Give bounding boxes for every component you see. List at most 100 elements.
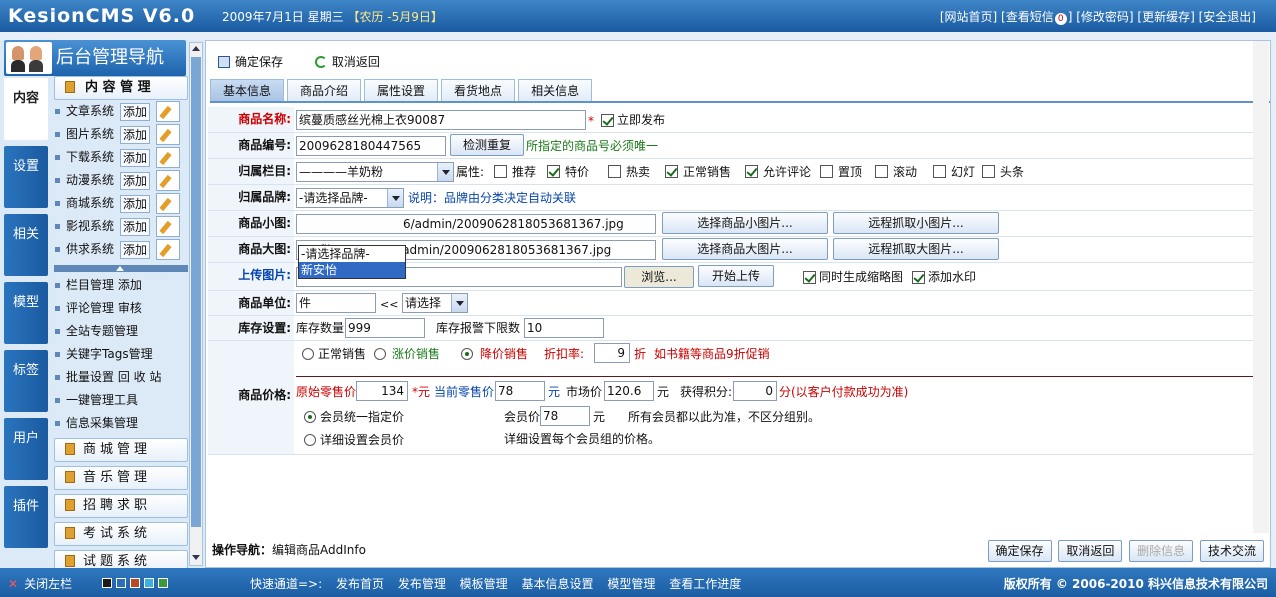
vtab-content[interactable]: 内容: [4, 78, 48, 140]
quick-link[interactable]: 查看工作进度: [669, 577, 741, 591]
fetch-big-pic-button[interactable]: 远程抓取大图片...: [833, 238, 999, 260]
attr-checkbox[interactable]: [494, 165, 507, 178]
vtab-tags[interactable]: 标签: [4, 350, 48, 412]
sale-normal-radio[interactable]: [302, 348, 314, 360]
gen-thumb-checkbox[interactable]: [803, 271, 816, 284]
color-swatch[interactable]: [158, 578, 168, 588]
save-button[interactable]: 确定保存: [218, 55, 297, 69]
start-upload-button[interactable]: 开始上传: [698, 265, 774, 287]
points-input[interactable]: 0: [733, 381, 777, 401]
close-left-panel[interactable]: ✕ 关闭左栏: [8, 575, 72, 592]
attr-checkbox[interactable]: [608, 165, 621, 178]
menu-item-system[interactable]: 动漫系统 添加: [52, 169, 188, 192]
vtab-model[interactable]: 模型: [4, 282, 48, 344]
tech-support-button[interactable]: 技术交流: [1200, 540, 1264, 562]
quick-link[interactable]: 发布首页: [336, 577, 384, 591]
add-button[interactable]: 添加: [120, 241, 150, 259]
edit-icon[interactable]: [156, 239, 180, 260]
orig-price-input[interactable]: 134: [356, 381, 408, 401]
sale-discount-radio[interactable]: [461, 348, 473, 360]
add-button[interactable]: 添加: [120, 218, 150, 236]
check-duplicate-button[interactable]: 检测重复: [450, 134, 524, 156]
stock-alert-input[interactable]: 10: [524, 318, 604, 338]
menu-link[interactable]: 关键字Tags管理: [52, 343, 188, 366]
cur-price-input[interactable]: 78: [495, 381, 545, 401]
menu-item-system[interactable]: 下载系统 添加: [52, 146, 188, 169]
menu-item-system[interactable]: 文章系统 添加: [52, 100, 188, 123]
category-select[interactable]: ————羊奶粉: [296, 162, 454, 182]
small-pic-input[interactable]: 6/admin/2009062818053681367.jpg: [296, 214, 656, 234]
product-code-input[interactable]: 2009628180447565: [296, 136, 446, 156]
vtab-related[interactable]: 相关: [4, 214, 48, 276]
vtab-plugins[interactable]: 插件: [4, 486, 48, 548]
quick-link[interactable]: 基本信息设置: [522, 577, 594, 591]
tab-product-intro[interactable]: 商品介绍: [287, 79, 362, 101]
edit-icon[interactable]: [156, 216, 180, 237]
content-menu-header[interactable]: 内 容 管 理: [54, 76, 188, 100]
bottom-cancel-button[interactable]: 取消返回: [1058, 540, 1123, 562]
attr-checkbox[interactable]: [982, 165, 995, 178]
scroll-up-icon[interactable]: [191, 43, 201, 55]
add-button[interactable]: 添加: [120, 172, 150, 190]
menu-section[interactable]: 招聘求职: [54, 494, 188, 518]
scroll-thumb[interactable]: [191, 57, 201, 527]
attr-checkbox[interactable]: [547, 165, 560, 178]
edit-icon[interactable]: [156, 193, 180, 214]
scroll-down-icon[interactable]: [191, 552, 201, 564]
collapse-divider[interactable]: [54, 265, 188, 272]
add-button[interactable]: 添加: [120, 195, 150, 213]
change-password-link[interactable]: [修改密码]: [1076, 10, 1133, 24]
messages-link[interactable]: [查看短信 0]: [1001, 10, 1072, 25]
quick-link[interactable]: 模型管理: [607, 577, 655, 591]
publish-now-checkbox[interactable]: [601, 114, 614, 127]
menu-section[interactable]: 考试系统: [54, 522, 188, 546]
unit-input[interactable]: 件: [296, 293, 376, 313]
tab-attributes[interactable]: 属性设置: [364, 79, 439, 101]
menu-link[interactable]: 一键管理工具: [52, 389, 188, 412]
menu-section[interactable]: 商城管理: [54, 438, 188, 462]
attr-checkbox[interactable]: [933, 165, 946, 178]
attr-checkbox[interactable]: [875, 165, 888, 178]
attr-checkbox[interactable]: [665, 165, 678, 178]
menu-item-system[interactable]: 商城系统 添加: [52, 192, 188, 215]
menu-link[interactable]: 信息采集管理: [52, 412, 188, 435]
watermark-checkbox[interactable]: [912, 271, 925, 284]
member-price-input[interactable]: 78: [540, 406, 590, 426]
edit-icon[interactable]: [156, 124, 180, 145]
sale-rise-radio[interactable]: [374, 348, 386, 360]
brand-dropdown-list[interactable]: -请选择品牌- 新安怡: [298, 245, 406, 279]
bottom-save-button[interactable]: 确定保存: [987, 540, 1052, 562]
color-swatch[interactable]: [130, 578, 140, 588]
edit-icon[interactable]: [156, 147, 180, 168]
color-swatch[interactable]: [116, 578, 126, 588]
member-unified-radio[interactable]: [304, 411, 316, 423]
product-name-input[interactable]: 缤蔓质感丝光棉上衣90087: [296, 110, 586, 130]
add-button[interactable]: 添加: [120, 126, 150, 144]
delete-button[interactable]: 删除信息: [1129, 540, 1194, 562]
vtab-users[interactable]: 用户: [4, 418, 48, 480]
logout-link[interactable]: [安全退出]: [1199, 10, 1256, 24]
add-button[interactable]: 添加: [120, 149, 150, 167]
quick-link[interactable]: 模板管理: [460, 577, 508, 591]
choose-big-pic-button[interactable]: 选择商品大图片...: [662, 238, 828, 260]
brand-option[interactable]: -请选择品牌-: [299, 246, 405, 262]
fetch-small-pic-button[interactable]: 远程抓取小图片...: [833, 212, 999, 234]
choose-small-pic-button[interactable]: 选择商品小图片...: [662, 212, 828, 234]
color-swatch[interactable]: [144, 578, 154, 588]
vtab-settings[interactable]: 设置: [4, 146, 48, 208]
main-scrollbar[interactable]: [1253, 41, 1269, 533]
menu-link[interactable]: 全站专题管理: [52, 320, 188, 343]
quick-link[interactable]: 发布管理: [398, 577, 446, 591]
unit-select[interactable]: 请选择: [402, 293, 468, 313]
left-scrollbar[interactable]: [189, 42, 203, 566]
refresh-cache-link[interactable]: [更新缓存]: [1137, 10, 1194, 24]
tab-basic-info[interactable]: 基本信息: [210, 79, 285, 101]
menu-link[interactable]: 评论管理 审核: [52, 297, 188, 320]
attr-checkbox[interactable]: [820, 165, 833, 178]
edit-icon[interactable]: [156, 101, 180, 122]
market-price-input[interactable]: 120.6: [604, 381, 654, 401]
menu-link[interactable]: 栏目管理 添加: [52, 274, 188, 297]
edit-icon[interactable]: [156, 170, 180, 191]
menu-section[interactable]: 音乐管理: [54, 466, 188, 490]
browse-button[interactable]: 浏览...: [624, 266, 694, 288]
